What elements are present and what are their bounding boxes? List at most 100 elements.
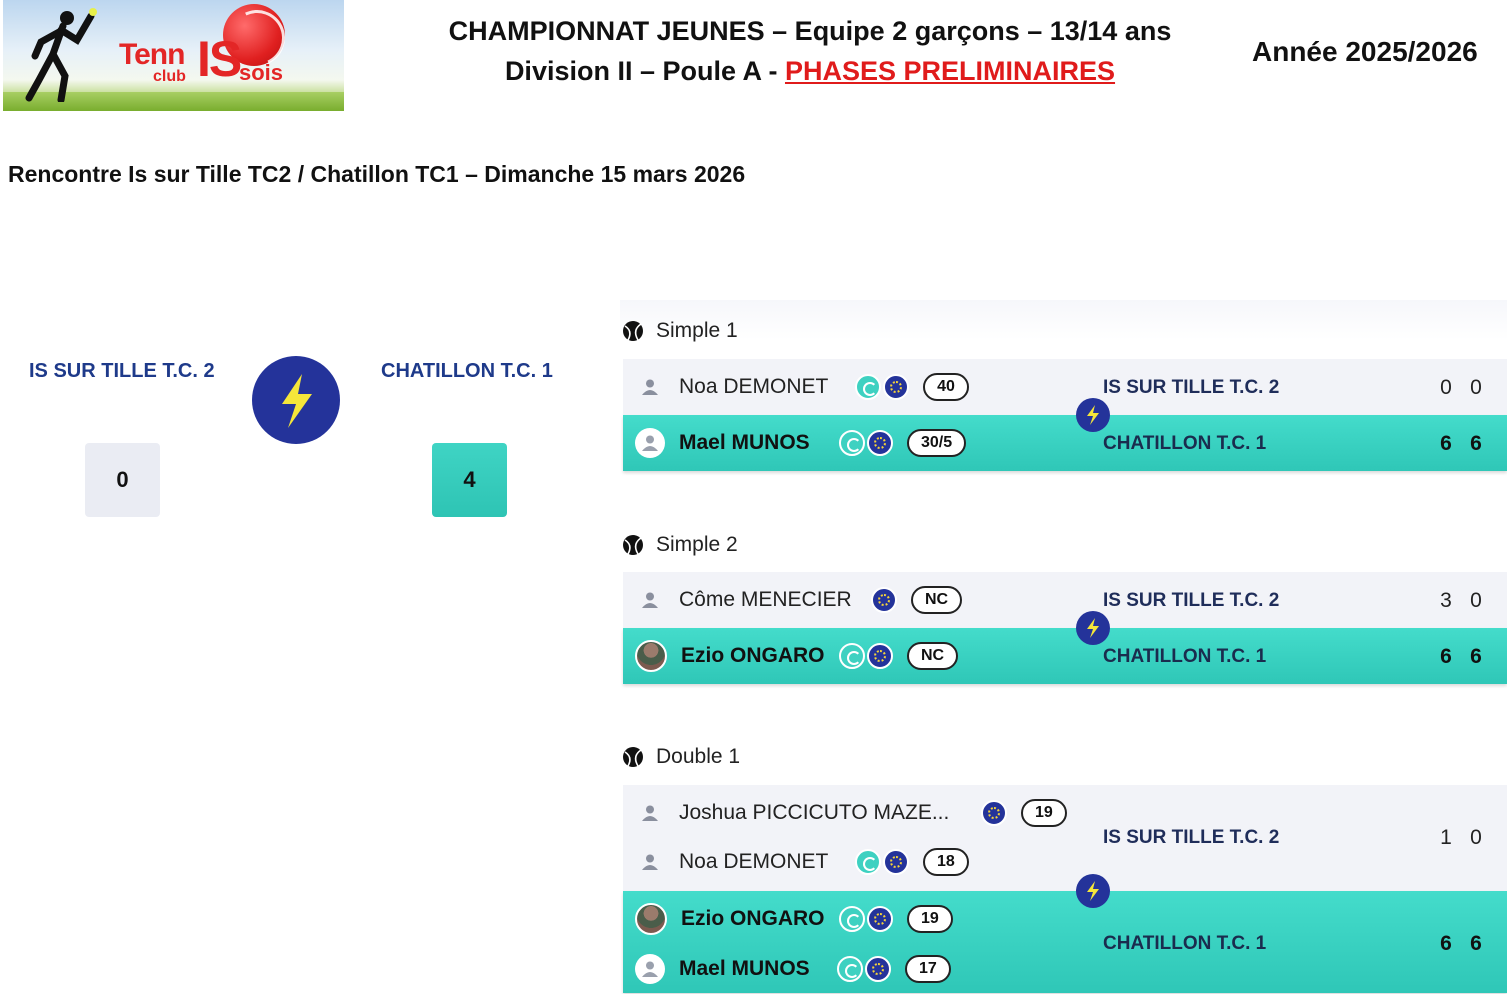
away-row: Ezio ONGARO 19 Mael MUNOS 17 CHATILLON T… <box>623 891 1507 993</box>
away-row: Ezio ONGARO NC CHATILLON T.C. 1 6 6 <box>623 628 1507 684</box>
lightning-icon <box>252 356 340 444</box>
player-name[interactable]: Ezio ONGARO <box>681 644 833 668</box>
home-set-2: 0 <box>1470 376 1482 399</box>
logo-word-tenn: Tenn <box>119 38 185 71</box>
eu-badge-icon <box>867 643 893 669</box>
home-row: Joshua PICCICUTO MAZE... 19 Noa DEMONET … <box>623 785 1507 891</box>
match-card[interactable]: Joshua PICCICUTO MAZE... 19 Noa DEMONET … <box>623 785 1507 993</box>
home-team-name: IS SUR TILLE T.C. 2 <box>1103 827 1280 848</box>
tennis-ball-icon <box>623 535 643 555</box>
match-title: Double 1 <box>622 745 740 769</box>
away-set-2: 6 <box>1470 432 1482 455</box>
away-set-1: 6 <box>1440 645 1452 668</box>
player-rank: 19 <box>1021 799 1067 827</box>
tennis-license-icon <box>855 374 881 400</box>
logo-word-sois: sois <box>239 60 284 85</box>
subtitle-division: Division II – Poule A - <box>504 56 785 86</box>
tennis-license-icon <box>839 906 865 932</box>
home-set-2: 0 <box>1470 589 1482 612</box>
page-title: CHAMPIONNAT JEUNES – Equipe 2 garçons – … <box>448 16 1172 46</box>
user-icon <box>635 372 665 402</box>
user-icon <box>635 954 665 984</box>
home-set-2: 0 <box>1470 826 1482 849</box>
home-set-1: 0 <box>1440 376 1452 399</box>
match-card[interactable]: Noa DEMONET 40 IS SUR TILLE T.C. 2 0 0 M… <box>623 359 1507 471</box>
tennis-player-icon <box>25 8 97 102</box>
home-row: Noa DEMONET 40 IS SUR TILLE T.C. 2 0 0 <box>623 359 1507 415</box>
tennis-license-icon <box>855 849 881 875</box>
match-title-label: Simple 1 <box>656 319 738 342</box>
away-team-name: CHATILLON T.C. 1 <box>1103 433 1267 454</box>
player-name[interactable]: Noa DEMONET <box>679 850 849 874</box>
player-rank: 30/5 <box>907 429 967 457</box>
away-set-2: 6 <box>1470 645 1482 668</box>
home-team-name: IS SUR TILLE T.C. 2 <box>1103 377 1280 398</box>
lightning-icon <box>1076 874 1110 908</box>
player-name[interactable]: Joshua PICCICUTO MAZE... <box>679 801 975 825</box>
tennis-ball-icon <box>623 747 643 767</box>
player-row: Ezio ONGARO 19 <box>623 899 953 939</box>
eu-badge-icon <box>883 849 909 875</box>
away-set-1: 6 <box>1440 932 1452 955</box>
player-rank: 19 <box>907 905 953 933</box>
player-rank: 40 <box>923 373 969 401</box>
player-row: Mael MUNOS 30/5 <box>623 423 967 463</box>
player-name[interactable]: Ezio ONGARO <box>681 907 833 931</box>
logo-word-club: club <box>153 68 186 85</box>
user-icon <box>635 798 665 828</box>
away-set-2: 6 <box>1470 932 1482 955</box>
eu-badge-icon <box>871 587 897 613</box>
tennis-license-icon <box>837 956 863 982</box>
player-row: Joshua PICCICUTO MAZE... 19 <box>623 793 1067 833</box>
lightning-icon <box>1076 611 1110 645</box>
eu-badge-icon <box>867 906 893 932</box>
player-rank: NC <box>907 642 959 670</box>
lightning-icon <box>1076 398 1110 432</box>
tennis-license-icon <box>839 643 865 669</box>
home-set-1: 3 <box>1440 589 1452 612</box>
player-rank: 18 <box>923 848 969 876</box>
player-name[interactable]: Mael MUNOS <box>679 957 831 981</box>
home-score: 0 <box>85 443 160 517</box>
club-logo: Tenn IS club sois <box>3 0 344 111</box>
subtitle-phase: PHASES PRELIMINAIRES <box>784 56 1116 86</box>
away-team-name: CHATILLON T.C. 1 <box>1103 646 1267 667</box>
avatar <box>635 903 667 935</box>
user-icon <box>635 428 665 458</box>
player-name[interactable]: Mael MUNOS <box>679 431 833 455</box>
tennis-ball-icon <box>623 321 643 341</box>
away-team-name: CHATILLON T.C. 1 <box>1103 933 1267 954</box>
home-set-1: 1 <box>1440 826 1452 849</box>
home-row: Côme MENECIER NC IS SUR TILLE T.C. 2 3 0 <box>623 572 1507 628</box>
tennis-license-icon <box>839 430 865 456</box>
match-card[interactable]: Côme MENECIER NC IS SUR TILLE T.C. 2 3 0… <box>623 572 1507 684</box>
away-score: 4 <box>432 443 507 517</box>
avatar <box>635 640 667 672</box>
home-team-name: IS SUR TILLE T.C. 2 <box>1103 590 1280 611</box>
match-title: Simple 1 <box>622 319 738 343</box>
away-set-1: 6 <box>1440 432 1452 455</box>
player-row: Noa DEMONET 40 <box>623 367 969 407</box>
player-row: Ezio ONGARO NC <box>623 636 959 676</box>
page-subtitle: Division II – Poule A - PHASES PRELIMINA… <box>390 56 1230 87</box>
player-row: Côme MENECIER NC <box>623 580 963 620</box>
player-name[interactable]: Côme MENECIER <box>679 588 865 612</box>
match-title-label: Double 1 <box>656 745 741 768</box>
user-icon <box>635 847 665 877</box>
away-row: Mael MUNOS 30/5 CHATILLON T.C. 1 6 6 <box>623 415 1507 471</box>
eu-badge-icon <box>883 374 909 400</box>
user-icon <box>635 585 665 615</box>
eu-badge-icon <box>865 956 891 982</box>
summary-away-team[interactable]: CHATILLON T.C. 1 <box>381 360 553 383</box>
logo-word-is: IS <box>197 31 242 87</box>
player-row: Noa DEMONET 18 <box>623 842 969 882</box>
match-title: Simple 2 <box>622 533 738 557</box>
summary-home-team[interactable]: IS SUR TILLE T.C. 2 <box>29 360 215 383</box>
player-rank: 17 <box>905 955 951 983</box>
match-title-label: Simple 2 <box>656 533 738 556</box>
player-name[interactable]: Noa DEMONET <box>679 375 849 399</box>
eu-badge-icon <box>981 800 1007 826</box>
match-heading: Rencontre Is sur Tille TC2 / Chatillon T… <box>8 161 746 187</box>
player-row: Mael MUNOS 17 <box>623 949 951 989</box>
season-label: Année 2025/2026 <box>1252 36 1478 67</box>
